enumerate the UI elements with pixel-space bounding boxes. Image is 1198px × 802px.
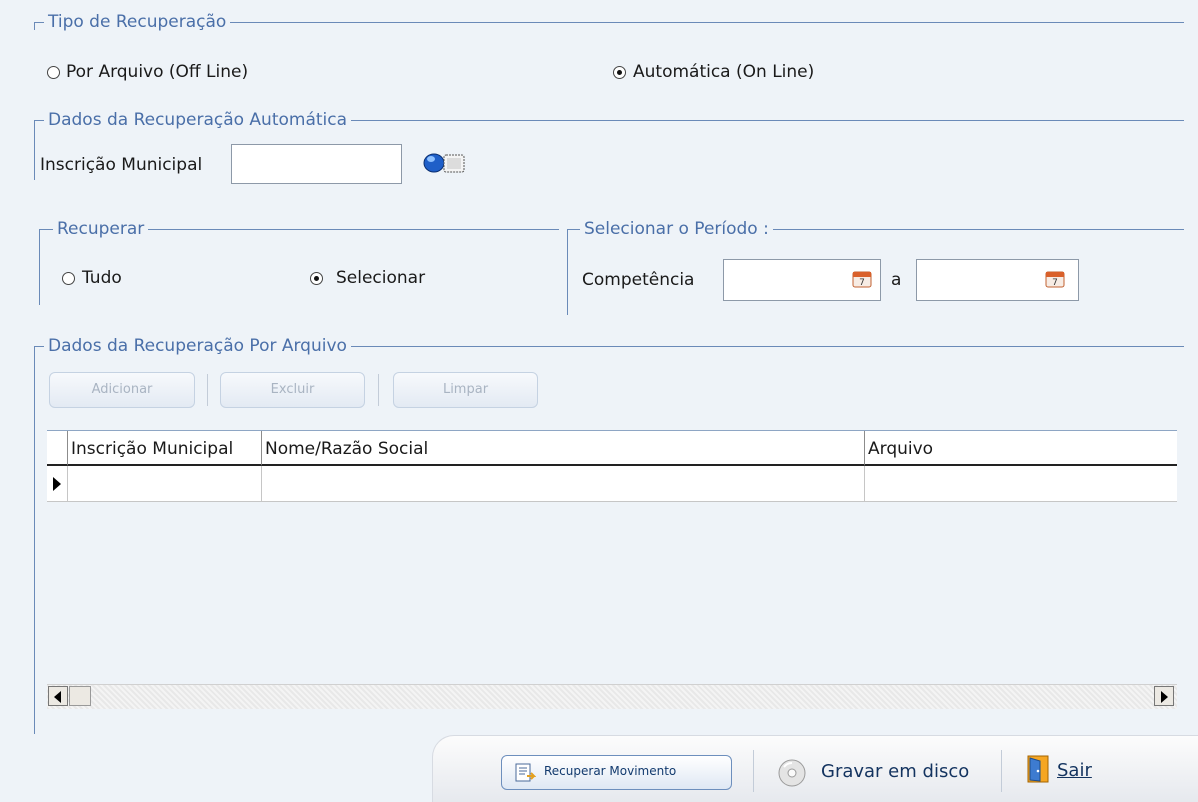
cell-nome[interactable] xyxy=(262,466,865,502)
recuperar-movimento-icon xyxy=(514,763,537,788)
disc-icon xyxy=(777,758,807,793)
radio-selecionar-label[interactable]: Selecionar xyxy=(336,268,425,288)
inscricao-municipal-input[interactable] xyxy=(231,144,402,184)
period-separator: a xyxy=(891,270,902,290)
radio-tudo[interactable] xyxy=(62,272,75,285)
svg-text:7: 7 xyxy=(1052,278,1058,288)
door-exit-icon xyxy=(1025,754,1053,789)
radio-por-arquivo-label[interactable]: Por Arquivo (Off Line) xyxy=(66,62,248,82)
horizontal-scrollbar[interactable] xyxy=(47,684,1177,709)
column-header-nome[interactable]: Nome/Razão Social xyxy=(262,431,865,466)
column-header-arquivo[interactable]: Arquivo xyxy=(865,431,1177,466)
dados-automatica-legend: Dados da Recuperação Automática xyxy=(44,110,352,130)
scroll-thumb[interactable] xyxy=(69,686,91,706)
group-border-left xyxy=(567,229,568,315)
dados-arquivo-legend: Dados da Recuperação Por Arquivo xyxy=(44,336,351,356)
recuperar-movimento-button[interactable]: Recuperar Movimento xyxy=(501,755,732,790)
toolbar-separator xyxy=(378,374,379,406)
grid-row-header-corner xyxy=(47,431,68,466)
calendar-to-icon[interactable]: 7 xyxy=(1045,270,1065,288)
lookup-icon[interactable] xyxy=(420,149,470,177)
inscricao-municipal-label: Inscrição Municipal xyxy=(40,155,203,175)
svg-text:7: 7 xyxy=(859,278,865,288)
recuperar-legend: Recuperar xyxy=(53,219,149,239)
footer-separator xyxy=(753,750,754,792)
gravar-em-disco-button[interactable]: Gravar em disco xyxy=(773,752,983,792)
excluir-button[interactable]: Excluir xyxy=(220,372,365,408)
limpar-button[interactable]: Limpar xyxy=(393,372,538,408)
row-selector[interactable] xyxy=(47,466,68,502)
competencia-label: Competência xyxy=(582,270,695,290)
scroll-left-button[interactable] xyxy=(48,686,68,706)
sair-label: Sair xyxy=(1057,760,1092,781)
gravar-em-disco-label: Gravar em disco xyxy=(821,761,970,782)
arquivos-grid[interactable]: Inscrição Municipal Nome/Razão Social Ar… xyxy=(47,430,1177,709)
scroll-left-arrow-icon xyxy=(54,691,61,703)
group-border-left xyxy=(34,346,35,734)
radio-selecionar[interactable] xyxy=(310,272,323,285)
current-row-indicator-icon xyxy=(53,477,61,491)
radio-tudo-label[interactable]: Tudo xyxy=(82,268,122,288)
calendar-from-icon[interactable]: 7 xyxy=(852,270,872,288)
scroll-right-button[interactable] xyxy=(1154,686,1174,706)
periodo-legend: Selecionar o Período : xyxy=(580,219,773,239)
recuperar-movimento-label: Recuperar Movimento xyxy=(544,764,677,778)
column-header-inscricao[interactable]: Inscrição Municipal xyxy=(68,431,262,466)
group-border-left xyxy=(34,22,35,30)
tipo-recuperacao-legend: Tipo de Recuperação xyxy=(44,12,231,32)
footer-separator xyxy=(1001,750,1002,792)
radio-por-arquivo[interactable] xyxy=(47,66,60,79)
sair-button[interactable]: Sair xyxy=(1021,750,1111,792)
cell-inscricao[interactable] xyxy=(68,466,262,502)
radio-automatica[interactable] xyxy=(613,66,626,79)
toolbar-separator xyxy=(207,374,208,406)
group-border-left xyxy=(39,229,40,305)
radio-automatica-label[interactable]: Automática (On Line) xyxy=(633,62,814,82)
group-border-left xyxy=(34,120,35,180)
cell-arquivo[interactable] xyxy=(865,466,1177,502)
footer-toolbar: Recuperar Movimento Gravar em disco Sair xyxy=(432,735,1198,802)
adicionar-button[interactable]: Adicionar xyxy=(49,372,195,408)
scroll-right-arrow-icon xyxy=(1161,691,1168,703)
